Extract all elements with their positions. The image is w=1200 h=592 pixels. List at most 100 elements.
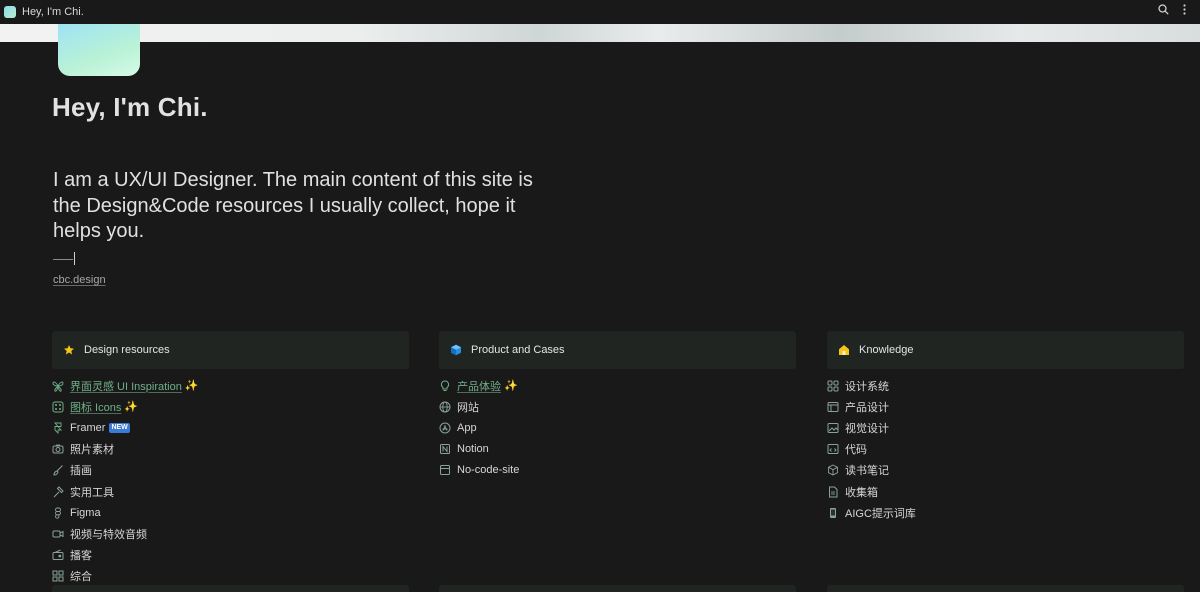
list-item[interactable]: No-code-site <box>439 460 796 481</box>
page-favicon-icon <box>4 6 16 18</box>
item-label: Figma <box>70 506 101 519</box>
list-item[interactable]: 界面灵感 UI Inspiration ✨ <box>52 375 409 396</box>
cube-icon <box>449 343 463 357</box>
list-item[interactable]: 视频与特效音频 <box>52 523 409 544</box>
icon-grid-icon <box>52 401 64 413</box>
item-label: 实用工具 <box>70 486 114 499</box>
butterfly-icon <box>52 380 64 392</box>
list-item[interactable]: Framer NEW <box>52 417 409 438</box>
app-store-icon <box>439 422 451 434</box>
phone-icon <box>827 507 839 519</box>
item-label: AIGC提示词库 <box>845 507 916 520</box>
camera-icon <box>52 443 64 455</box>
list-item[interactable]: 插画 <box>52 460 409 481</box>
item-label: 照片素材 <box>70 444 114 457</box>
item-label: 插画 <box>70 465 92 478</box>
star-icon <box>62 343 76 357</box>
list-item[interactable]: App <box>439 417 796 438</box>
grid-icon <box>52 570 64 582</box>
column-header[interactable]: Knowledge <box>827 331 1184 369</box>
picture-icon <box>827 422 839 434</box>
column-header[interactable]: Product and Cases <box>439 331 796 369</box>
list-item[interactable]: 产品体验 ✨ <box>439 375 796 396</box>
item-label: Notion <box>457 443 489 456</box>
item-list: 产品体验 ✨ 网站 App Notion No-code-site <box>439 375 796 481</box>
column-design-resources: Design resources 界面灵感 UI Inspiration ✨ 图… <box>52 331 409 587</box>
database-icon <box>439 464 451 476</box>
column-title: Design resources <box>84 344 170 356</box>
column-product-and-cases: Product and Cases 产品体验 ✨ 网站 App Notion N… <box>439 331 796 481</box>
item-label: Framer <box>70 421 106 434</box>
item-label: 播客 <box>70 550 92 563</box>
more-icon[interactable] <box>1183 4 1186 15</box>
list-item[interactable]: 图标 Icons ✨ <box>52 396 409 417</box>
text-cursor <box>74 252 75 265</box>
brush-icon <box>52 464 64 476</box>
list-item[interactable]: 读书笔记 <box>827 460 1184 481</box>
list-item[interactable]: 设计系统 <box>827 375 1184 396</box>
item-label: App <box>457 421 477 434</box>
box-icon <box>827 464 839 476</box>
list-item[interactable]: 视觉设计 <box>827 417 1184 438</box>
globe-icon <box>439 401 451 413</box>
notion-icon <box>439 443 451 455</box>
item-label: No-code-site <box>457 464 520 477</box>
item-label: 图标 Icons <box>70 401 122 414</box>
item-label: 视频与特效音频 <box>70 528 147 541</box>
item-label: 网站 <box>457 401 479 414</box>
page-title: Hey, I'm Chi. <box>52 92 208 122</box>
divider <box>53 259 73 260</box>
list-item[interactable]: Figma <box>52 502 409 523</box>
item-label: 界面灵感 UI Inspiration <box>70 380 182 393</box>
list-item[interactable]: 播客 <box>52 545 409 566</box>
item-label: 代码 <box>845 444 867 457</box>
item-label: 视觉设计 <box>845 422 889 435</box>
list-item[interactable]: 网站 <box>439 396 796 417</box>
figma-icon <box>52 507 64 519</box>
page-cover <box>0 24 1200 42</box>
list-item[interactable]: Notion <box>439 439 796 460</box>
radio-icon <box>52 549 64 561</box>
list-item[interactable]: 照片素材 <box>52 439 409 460</box>
item-label: 收集箱 <box>845 486 878 499</box>
site-link[interactable]: cbc.design <box>53 274 106 286</box>
intro-text: I am a UX/UI Designer. The main content … <box>53 169 533 242</box>
lightbulb-icon <box>439 380 451 392</box>
new-badge: NEW <box>109 422 130 433</box>
house-icon <box>837 343 851 357</box>
item-label: 读书笔记 <box>845 465 889 478</box>
components-icon <box>827 380 839 392</box>
list-item[interactable]: 收集箱 <box>827 481 1184 502</box>
code-window-icon <box>827 443 839 455</box>
item-label: 设计系统 <box>845 380 889 393</box>
sparkles-icon: ✨ <box>504 380 518 393</box>
item-label: 产品体验 <box>457 380 501 393</box>
video-icon <box>52 528 64 540</box>
page-icon <box>58 24 140 76</box>
list-item[interactable]: 实用工具 <box>52 481 409 502</box>
list-item[interactable]: 综合 <box>52 566 409 587</box>
next-section-header <box>52 585 409 592</box>
list-item[interactable]: 产品设计 <box>827 396 1184 417</box>
item-list: 设计系统 产品设计 视觉设计 代码 读书笔记 收集箱 AIGC提示词库 <box>827 375 1184 523</box>
next-section-header <box>439 585 796 592</box>
item-label: 产品设计 <box>845 401 889 414</box>
list-item[interactable]: AIGC提示词库 <box>827 502 1184 523</box>
next-section-header <box>827 585 1184 592</box>
column-header[interactable]: Design resources <box>52 331 409 369</box>
item-label: 综合 <box>70 571 92 584</box>
top-bar: Hey, I'm Chi. <box>0 0 1200 24</box>
list-item[interactable]: 代码 <box>827 439 1184 460</box>
column-title: Product and Cases <box>471 344 565 356</box>
framer-icon <box>52 422 64 434</box>
sparkles-icon: ✨ <box>124 401 139 414</box>
window-icon <box>827 401 839 413</box>
search-icon[interactable] <box>1158 4 1169 15</box>
document-icon <box>827 486 839 498</box>
sparkles-icon: ✨ <box>184 380 199 393</box>
item-list: 界面灵感 UI Inspiration ✨ 图标 Icons ✨ Framer … <box>52 375 409 587</box>
hammer-icon <box>52 485 64 498</box>
column-knowledge: Knowledge 设计系统 产品设计 视觉设计 代码 读书笔记 收集箱 AIG… <box>827 331 1184 523</box>
tab-title: Hey, I'm Chi. <box>22 6 84 18</box>
column-title: Knowledge <box>859 344 914 356</box>
